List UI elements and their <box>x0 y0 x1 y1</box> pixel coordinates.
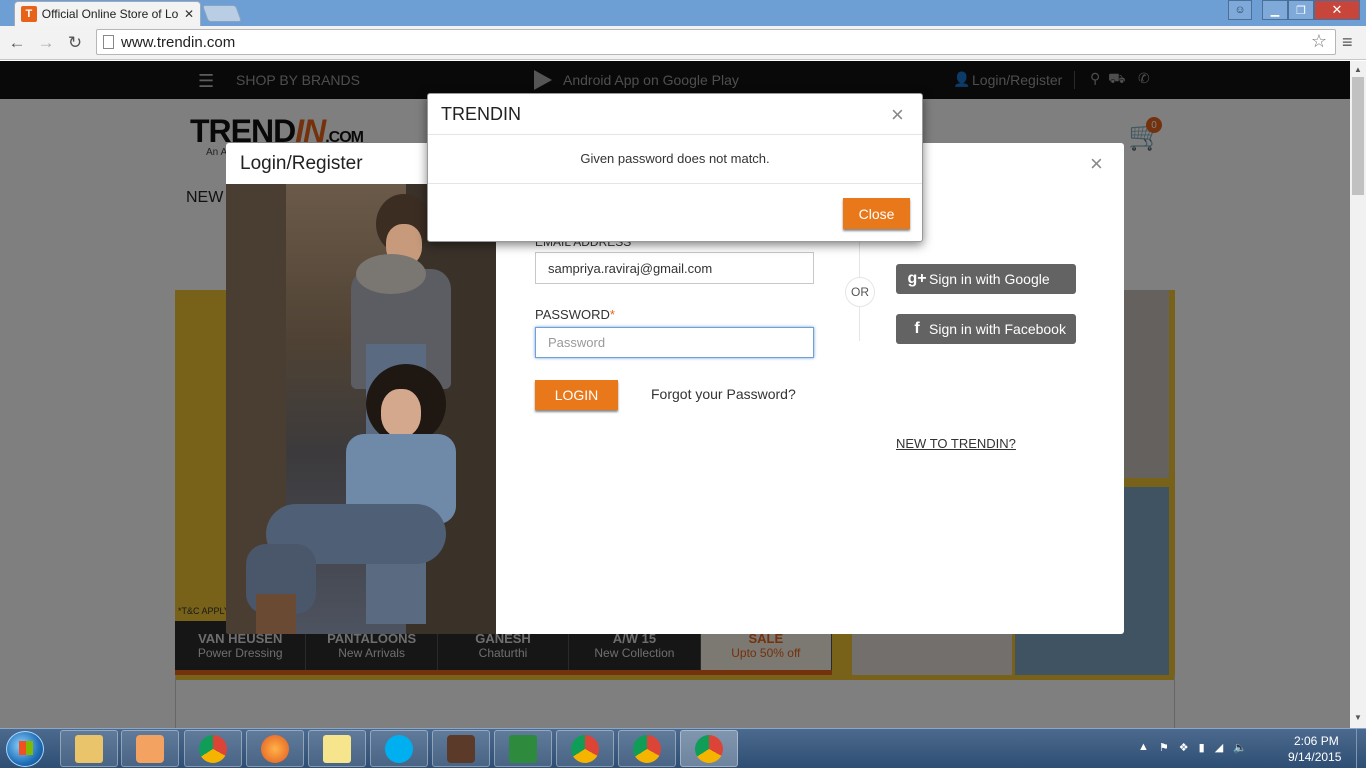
spreadsheet-icon <box>509 734 537 763</box>
forward-button[interactable]: → <box>35 32 57 54</box>
firefox-icon <box>261 734 289 763</box>
taskbar-chrome-4-active[interactable] <box>680 730 738 767</box>
tab-close-icon[interactable]: ✕ <box>184 7 194 21</box>
folder-icon <box>75 734 103 763</box>
forgot-password-link[interactable]: Forgot your Password? <box>651 386 796 402</box>
maximize-window-button[interactable]: ❐ <box>1288 0 1314 20</box>
bookmark-star-icon[interactable]: ☆ <box>1311 31 1327 52</box>
taskbar-firefox[interactable] <box>246 730 304 767</box>
scroll-up-arrow-icon[interactable]: ▲ <box>1354 65 1362 74</box>
new-tab-button[interactable] <box>201 5 243 22</box>
page-scrollbar[interactable]: ▲ ▼ <box>1350 61 1366 728</box>
alert-message: Given password does not match. <box>580 151 770 166</box>
java-ee-ide-icon <box>447 734 475 763</box>
taskbar-java-ee-ide[interactable] <box>432 730 490 767</box>
start-button[interactable] <box>6 731 44 767</box>
browser-titlebar: T Official Online Store of Lo ✕ ☺ ▁ ❐ ✕ <box>0 0 1366 26</box>
skype-icon <box>385 734 413 763</box>
sticky-notes-icon <box>323 734 351 763</box>
taskbar-skype[interactable] <box>370 730 428 767</box>
taskbar-chrome-1[interactable] <box>184 730 242 767</box>
close-window-button[interactable]: ✕ <box>1314 0 1360 20</box>
browser-toolbar: ← → ↻ www.trendin.com ☆ ≡ <box>0 26 1366 60</box>
system-tray: ▲ ⚑ ❖ ▮ ◢ 🔈 <box>1138 741 1247 754</box>
taskbar-media-player[interactable] <box>121 730 179 767</box>
alert-divider <box>428 183 922 184</box>
dropbox-icon[interactable]: ❖ <box>1179 741 1189 754</box>
google-plus-icon: g+ <box>907 270 927 287</box>
taskbar-chrome-3[interactable] <box>618 730 676 767</box>
page-icon <box>103 35 114 49</box>
screen: T Official Online Store of Lo ✕ ☺ ▁ ❐ ✕ … <box>0 0 1366 768</box>
taskbar-explorer[interactable] <box>60 730 118 767</box>
network-signal-icon[interactable]: ◢ <box>1215 741 1223 754</box>
sign-in-facebook-button[interactable]: f Sign in with Facebook <box>896 314 1076 344</box>
alert-close-button[interactable]: Close <box>843 198 910 229</box>
address-bar[interactable]: www.trendin.com ☆ <box>96 29 1336 55</box>
login-modal-close-icon[interactable]: × <box>1090 151 1103 177</box>
email-field[interactable] <box>535 252 814 284</box>
tab-title: Official Online Store of Lo <box>41 7 178 21</box>
facebook-icon: f <box>914 320 920 337</box>
fashion-model-photo <box>226 184 496 634</box>
password-field[interactable] <box>535 327 814 358</box>
chrome-icon <box>571 734 599 763</box>
user-profile-icon[interactable]: ☺ <box>1228 0 1252 20</box>
alert-title: TRENDIN <box>441 104 521 124</box>
media-player-icon <box>136 734 164 763</box>
show-hidden-icons-icon[interactable]: ▲ <box>1138 741 1149 754</box>
reload-button[interactable]: ↻ <box>64 32 86 54</box>
chrome-menu-icon[interactable]: ≡ <box>1342 32 1353 53</box>
windows-logo-icon <box>19 741 33 755</box>
scroll-down-arrow-icon[interactable]: ▼ <box>1354 713 1362 722</box>
new-to-trendin-link[interactable]: NEW TO TRENDIN? <box>896 436 1016 451</box>
sign-in-google-button[interactable]: g+ Sign in with Google <box>896 264 1076 294</box>
alert-divider <box>428 134 922 135</box>
taskbar-chrome-2[interactable] <box>556 730 614 767</box>
chrome-icon <box>633 734 661 763</box>
show-desktop-button[interactable] <box>1356 729 1366 768</box>
chrome-icon <box>695 734 723 763</box>
back-button[interactable]: ← <box>6 32 28 54</box>
action-center-flag-icon[interactable]: ⚑ <box>1159 741 1169 754</box>
minimize-window-button[interactable]: ▁ <box>1262 0 1288 20</box>
browser-tab-active[interactable]: T Official Online Store of Lo ✕ <box>14 1 201 26</box>
chrome-icon <box>199 734 227 763</box>
alert-close-icon[interactable]: × <box>891 102 904 128</box>
scroll-thumb[interactable] <box>1352 77 1364 195</box>
login-button[interactable]: LOGIN <box>535 380 618 410</box>
clock-time[interactable]: 2:06 PM <box>1294 734 1339 748</box>
battery-icon[interactable]: ▮ <box>1199 741 1205 754</box>
login-modal-title: Login/Register <box>240 153 363 174</box>
taskbar-sheets[interactable] <box>494 730 552 767</box>
site-favicon-icon: T <box>21 6 37 22</box>
volume-icon[interactable]: 🔈 <box>1233 741 1247 754</box>
clock-date[interactable]: 9/14/2015 <box>1288 750 1341 764</box>
windows-taskbar: ▲ ⚑ ❖ ▮ ◢ 🔈 2:06 PM 9/14/2015 <box>0 728 1366 768</box>
or-divider: OR <box>845 277 875 307</box>
alert-dialog: TRENDIN × Given password does not match.… <box>427 93 923 242</box>
address-bar-url: www.trendin.com <box>121 33 236 51</box>
password-label: PASSWORD* <box>535 307 615 322</box>
taskbar-sticky-notes[interactable] <box>308 730 366 767</box>
